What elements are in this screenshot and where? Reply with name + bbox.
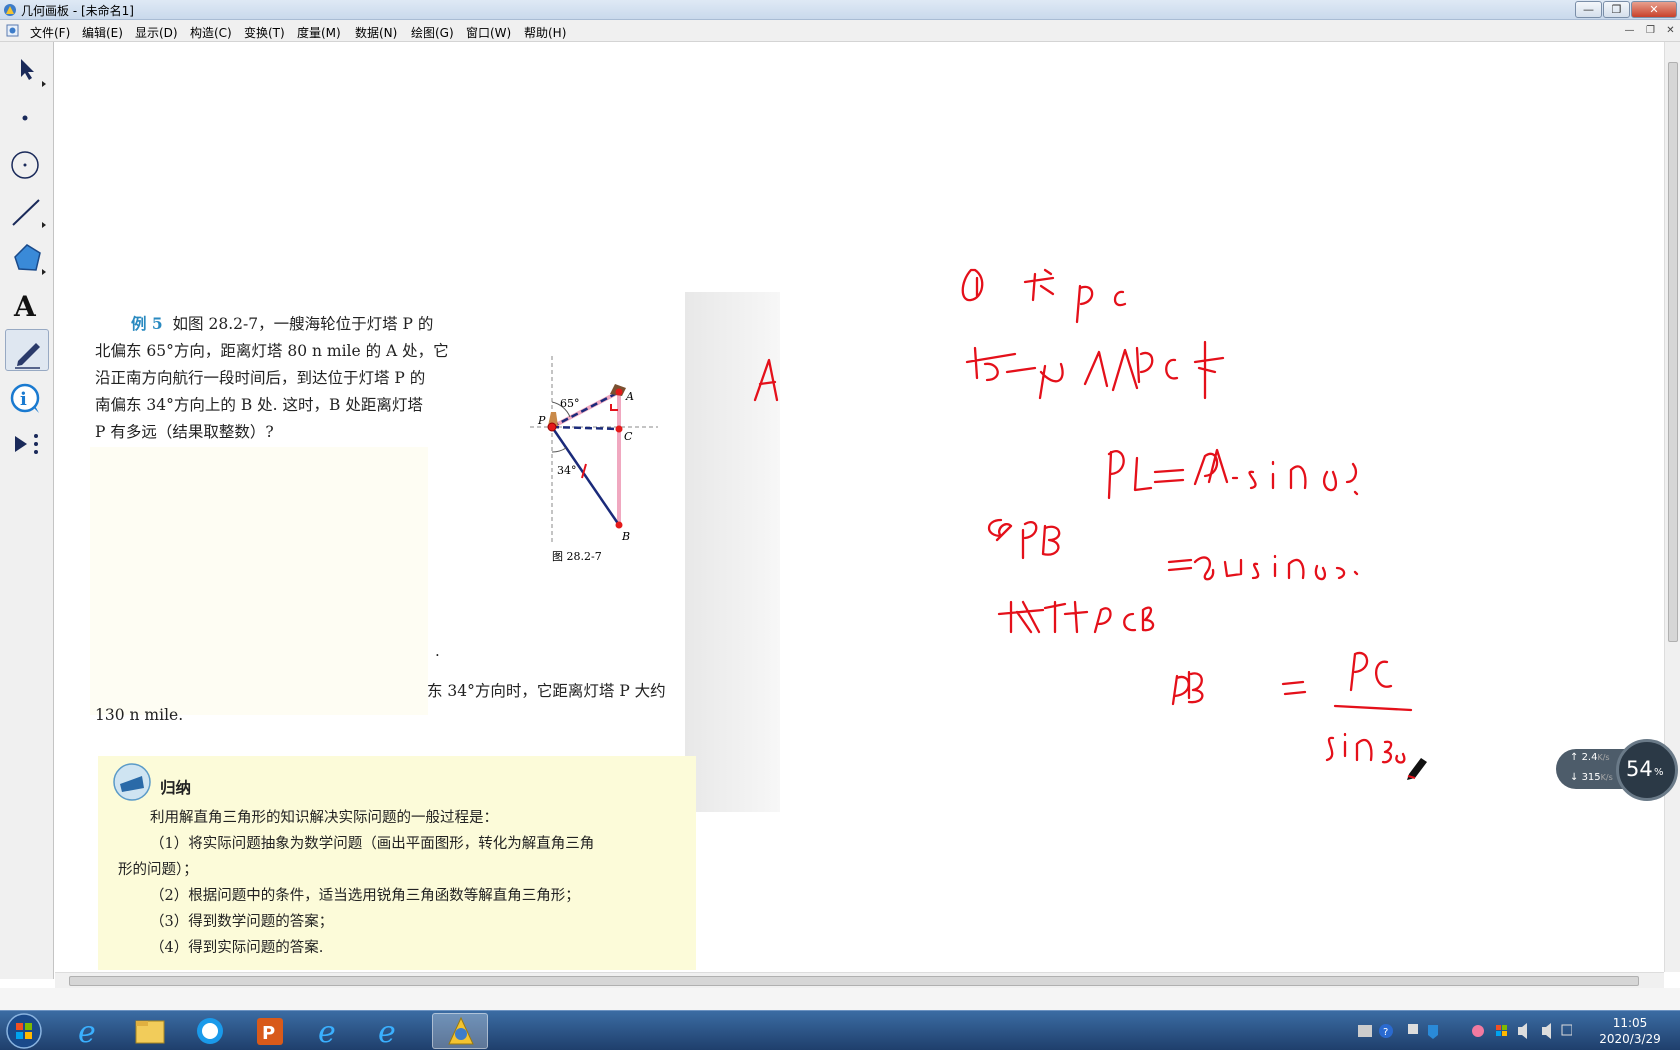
- document-icon[interactable]: [6, 24, 19, 37]
- handwriting-step2: [987, 518, 1061, 560]
- handwriting-A: [753, 358, 779, 402]
- system-tray: ?: [1358, 1023, 1572, 1039]
- pen-cursor-icon: [1407, 758, 1427, 780]
- taskbar-clock[interactable]: 11:05 2020/3/29: [1590, 1015, 1670, 1047]
- ie-icon: e: [318, 1015, 336, 1050]
- svg-text:A: A: [13, 290, 37, 323]
- mdi-close-button[interactable]: ✕: [1663, 24, 1678, 38]
- speaker-icon: [1542, 1023, 1551, 1039]
- taskbar-explorer[interactable]: [122, 1013, 178, 1049]
- menu-bar: 文件(F) 编辑(E) 显示(D) 构造(C) 变换(T) 度量(M) 数据(N…: [0, 20, 1680, 42]
- polygon-icon: [14, 244, 46, 275]
- tray-window-icon: [1408, 1024, 1418, 1034]
- svg-text:P: P: [262, 1023, 275, 1044]
- memory-percent: 54: [1626, 757, 1653, 781]
- svg-text:?: ?: [1383, 1027, 1388, 1038]
- close-button[interactable]: ✕: [1631, 1, 1677, 18]
- svg-text:e: e: [318, 1015, 336, 1049]
- straightedge-tool[interactable]: [5, 188, 49, 230]
- download-speed: ↓ 315K/s: [1570, 772, 1613, 783]
- line-segment-icon: [12, 199, 46, 228]
- information-tool[interactable]: i: [5, 376, 49, 418]
- svg-text:e: e: [378, 1015, 396, 1049]
- menu-display[interactable]: 显示(D): [135, 24, 178, 41]
- taskbar-ie-2[interactable]: e: [302, 1013, 358, 1050]
- marker-pen-icon: [15, 343, 40, 369]
- text-icon: A: [13, 290, 37, 323]
- network-speed-widget[interactable]: ↑ 2.4K/s ↓ 315K/s 54 %: [1556, 739, 1680, 801]
- qq-icon: [197, 1018, 223, 1044]
- taskbar: e P e e ? 11:05 2020/3/29: [0, 1010, 1680, 1050]
- taskbar-sketchpad[interactable]: [432, 1013, 488, 1049]
- menu-window[interactable]: 窗口(W): [466, 24, 511, 41]
- restore-button[interactable]: ❐: [1603, 1, 1630, 18]
- download-speed-value: 315: [1581, 772, 1601, 783]
- taskbar-powerpoint[interactable]: P: [242, 1013, 298, 1049]
- upload-speed-value: 2.4: [1581, 752, 1598, 763]
- point-tool[interactable]: [5, 94, 49, 136]
- menu-measure[interactable]: 度量(M): [297, 24, 341, 41]
- title-bar: 几何画板 - [未命名1] — ❐ ✕: [0, 0, 1680, 20]
- memory-percent-unit: %: [1654, 767, 1664, 778]
- start-button[interactable]: [2, 1011, 46, 1051]
- handwriting-step1: [961, 268, 1127, 324]
- point-icon: [22, 115, 28, 121]
- ie-icon: e: [378, 1015, 396, 1050]
- handwriting-step1-line: [965, 340, 1225, 400]
- powerpoint-icon: P: [257, 1018, 283, 1045]
- ie-icon: e: [78, 1015, 96, 1050]
- volume-muted-icon: [1518, 1023, 1527, 1039]
- minimize-button[interactable]: —: [1575, 1, 1602, 18]
- shield-icon: [1428, 1025, 1438, 1039]
- handwriting-in-triangle-pcb: [997, 600, 1155, 634]
- sketchpad-app-icon: [4, 4, 16, 16]
- window-title: 几何画板 - [未命名1]: [21, 4, 134, 18]
- polygon-tool[interactable]: [5, 235, 49, 277]
- text-tool[interactable]: A: [5, 282, 49, 324]
- svg-text:i: i: [20, 389, 27, 410]
- mdi-minimize-button[interactable]: —: [1622, 24, 1637, 38]
- taskbar-qq[interactable]: [182, 1013, 238, 1049]
- menu-data[interactable]: 数据(N): [355, 24, 397, 41]
- windows-logo-icon: [6, 1013, 42, 1049]
- custom-tool[interactable]: [5, 423, 49, 465]
- taskbar-ie-3[interactable]: e: [362, 1013, 418, 1050]
- custom-tools-icon: [15, 434, 38, 454]
- compass-tool[interactable]: [5, 141, 49, 183]
- marker-tool[interactable]: [5, 329, 49, 371]
- status-area: [0, 988, 1680, 1010]
- upload-speed: ↑ 2.4K/s: [1570, 752, 1610, 763]
- horizontal-scrollbar[interactable]: [55, 972, 1664, 988]
- svg-text:e: e: [78, 1015, 96, 1049]
- vertical-scroll-thumb[interactable]: [1668, 62, 1678, 642]
- menu-file[interactable]: 文件(F): [30, 24, 70, 41]
- arrow-tool[interactable]: [5, 47, 49, 89]
- file-explorer-icon: [135, 1020, 165, 1044]
- compass-icon: [11, 151, 39, 179]
- menu-transform[interactable]: 变换(T): [244, 24, 285, 41]
- menu-construct[interactable]: 构造(C): [190, 24, 232, 41]
- menu-graph[interactable]: 绘图(G): [411, 24, 454, 41]
- upload-speed-unit: K/s: [1597, 753, 1610, 762]
- taskbar-ie[interactable]: e: [62, 1013, 118, 1050]
- flower-icon: [1472, 1025, 1484, 1037]
- keyboard-icon: [1358, 1025, 1372, 1037]
- vertical-scrollbar[interactable]: [1664, 42, 1680, 972]
- clock-date: 2020/3/29: [1599, 1032, 1661, 1046]
- arrow-icon: [21, 59, 46, 87]
- sketch-canvas[interactable]: 例 5 如图 28.2-7，一艘海轮位于灯塔 P 的 北偏东 65°方向，距离灯…: [55, 42, 1664, 972]
- information-icon: i: [10, 383, 40, 413]
- geometers-sketchpad-icon: [448, 1016, 474, 1045]
- handwriting-pb-ratio: [1171, 651, 1413, 764]
- clock-time: 11:05: [1612, 1016, 1648, 1030]
- toolbox: A i: [0, 42, 54, 979]
- network-icon: [1561, 1024, 1572, 1036]
- handwriting-pc-formula: [1107, 448, 1359, 581]
- horizontal-scroll-thumb[interactable]: [69, 976, 1639, 986]
- handwriting-layer: [753, 268, 1427, 780]
- mdi-restore-button[interactable]: ❐: [1643, 24, 1658, 38]
- menu-edit[interactable]: 编辑(E): [82, 24, 123, 41]
- menu-help[interactable]: 帮助(H): [524, 24, 566, 41]
- download-speed-unit: K/s: [1600, 773, 1613, 782]
